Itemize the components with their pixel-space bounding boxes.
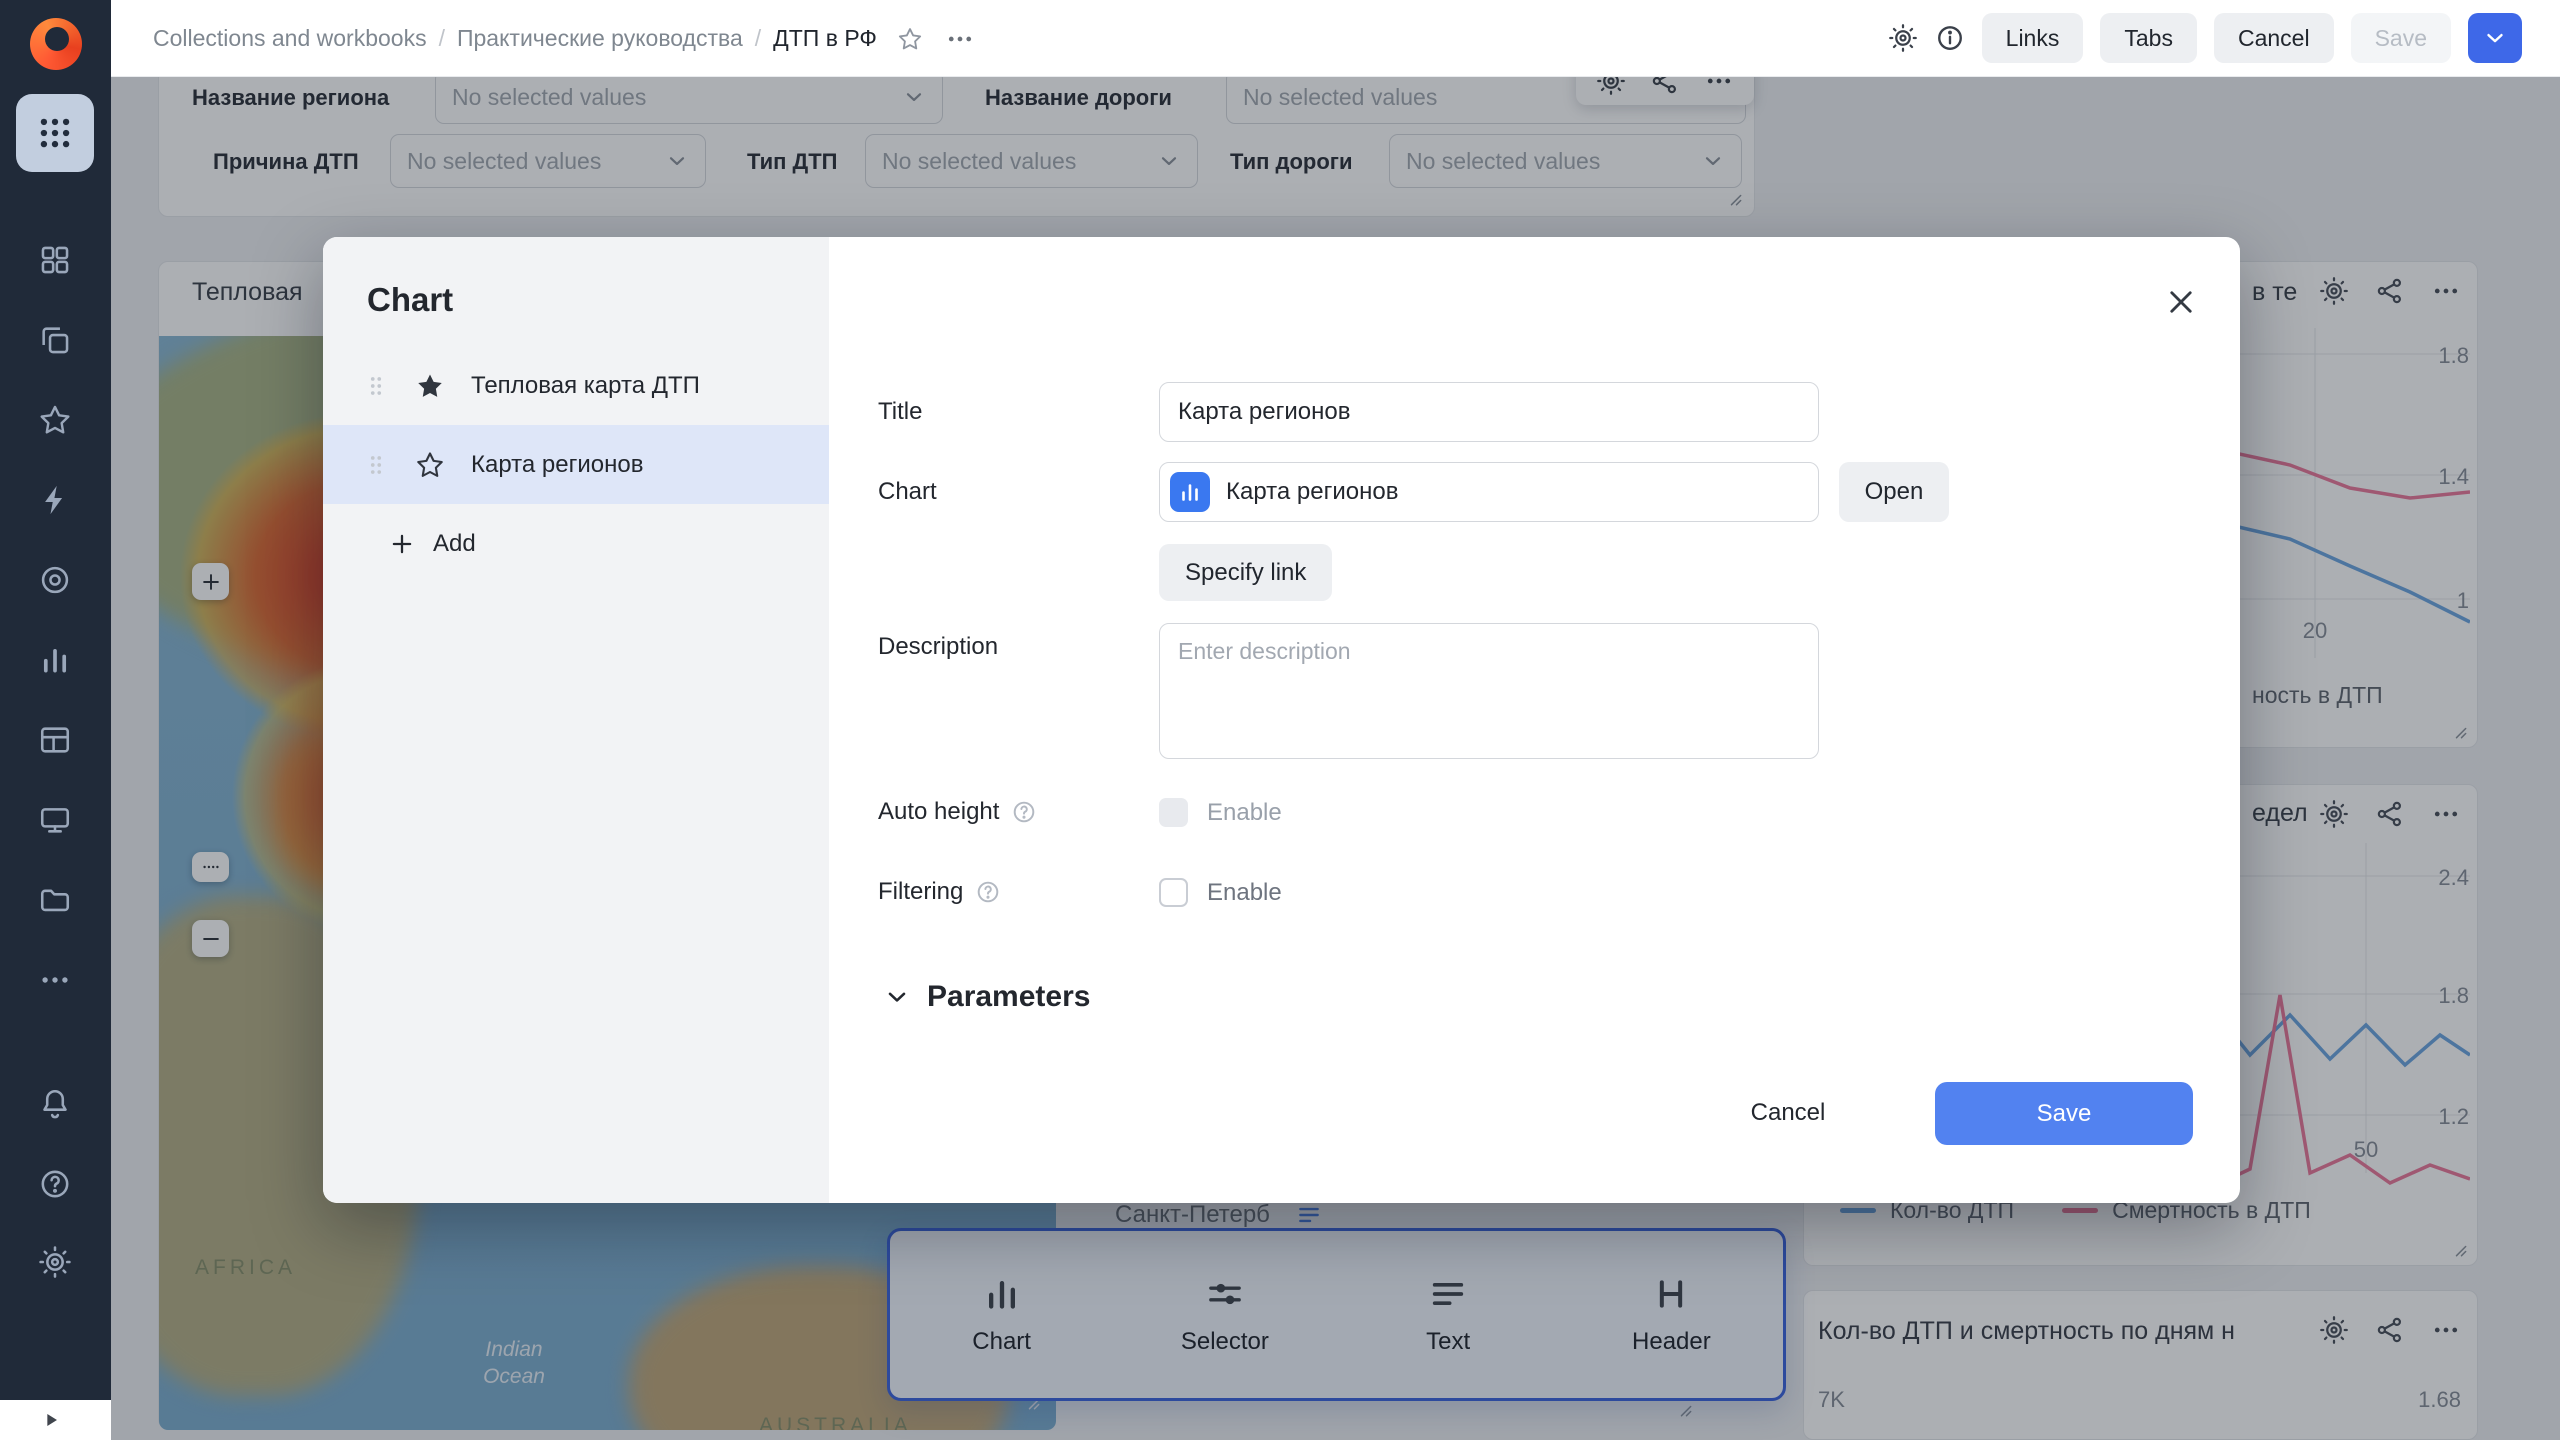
chart-tab-item-1[interactable]: Тепловая карта ДТП — [323, 346, 829, 425]
sidebar-item-tables[interactable] — [38, 723, 72, 757]
auto-height-checkbox[interactable] — [1159, 798, 1188, 827]
dashboard-settings-icon[interactable] — [1888, 23, 1918, 53]
close-dialog-button[interactable] — [2161, 283, 2201, 323]
add-chart-tab-button[interactable]: Add — [323, 504, 829, 583]
sidebar-item-services[interactable] — [38, 563, 72, 597]
dialog-tabs-panel: Chart Тепловая карта ДТП Карта регионов … — [323, 237, 829, 1203]
filtering-checkbox[interactable] — [1159, 878, 1188, 907]
title-field-label: Title — [878, 398, 922, 426]
sidebar-footer — [0, 1400, 111, 1440]
chart-tab-item-2-selected[interactable]: Карта регионов — [323, 425, 829, 504]
specify-link-button[interactable]: Specify link — [1159, 544, 1332, 601]
filtering-label: Filtering — [878, 878, 963, 906]
breadcrumb-workbook[interactable]: Практические руководства — [457, 25, 743, 52]
drag-handle-icon[interactable] — [363, 373, 389, 399]
notifications-icon[interactable] — [38, 1087, 72, 1121]
cancel-button[interactable]: Cancel — [2214, 13, 2334, 63]
sidebar-item-functions[interactable] — [38, 483, 72, 517]
auto-height-label-row: Auto height — [878, 798, 1037, 826]
sidebar-item-favorites[interactable] — [38, 403, 72, 437]
links-button[interactable]: Links — [1982, 13, 2084, 63]
sidebar-item-folders[interactable] — [38, 883, 72, 917]
enable-label: Enable — [1207, 799, 1282, 827]
settings-icon[interactable] — [38, 1245, 72, 1279]
parameters-label: Parameters — [927, 980, 1090, 1014]
chevron-down-icon — [883, 983, 911, 1011]
save-menu-button[interactable] — [2468, 13, 2522, 63]
tabs-button[interactable]: Tabs — [2100, 13, 2197, 63]
sidebar-item-collections[interactable] — [38, 323, 72, 357]
help-circle-icon[interactable] — [1011, 799, 1037, 825]
info-icon[interactable] — [1935, 23, 1965, 53]
chevron-down-icon — [2482, 25, 2508, 51]
top-bar: Collections and workbooks / Практические… — [111, 0, 2560, 77]
title-input[interactable] — [1159, 382, 1819, 442]
chart-picker-value: Карта регионов — [1226, 478, 1398, 506]
header-actions: Links Tabs Cancel Save — [1888, 13, 2522, 63]
help-icon[interactable] — [38, 1167, 72, 1201]
chart-tab-label: Тепловая карта ДТП — [471, 372, 700, 400]
star-outline-icon[interactable] — [415, 450, 445, 480]
bar-chart-icon — [1178, 480, 1202, 504]
description-textarea[interactable] — [1159, 623, 1819, 759]
sidebar-item-presentations[interactable] — [38, 803, 72, 837]
breadcrumb-separator: / — [755, 25, 761, 52]
description-field-label: Description — [878, 633, 998, 661]
breadcrumb: Collections and workbooks / Практические… — [153, 0, 975, 77]
auto-height-label: Auto height — [878, 798, 999, 826]
help-circle-icon[interactable] — [975, 879, 1001, 905]
breadcrumb-dashboard: ДТП в РФ — [773, 25, 877, 52]
breadcrumb-more-icon[interactable] — [945, 24, 975, 54]
enable-label: Enable — [1207, 879, 1282, 907]
sidebar-item-more[interactable] — [38, 963, 72, 997]
chart-tab-label: Карта регионов — [471, 451, 643, 479]
breadcrumb-separator: / — [439, 25, 445, 52]
datalens-logo[interactable] — [30, 18, 82, 70]
favorite-star-icon[interactable] — [897, 26, 923, 52]
app-root: Название региона No selected values Назв… — [0, 0, 2560, 1440]
sidebar — [0, 0, 111, 1440]
dialog-save-button[interactable]: Save — [1935, 1082, 2193, 1145]
apps-grid-icon — [36, 114, 74, 152]
save-button[interactable]: Save — [2351, 13, 2451, 63]
close-icon — [2164, 285, 2198, 319]
sidebar-item-charts[interactable] — [38, 643, 72, 677]
filtering-label-row: Filtering — [878, 878, 1001, 906]
plus-icon — [389, 531, 415, 557]
apps-grid-button[interactable] — [16, 94, 94, 172]
expand-sidebar-icon[interactable] — [40, 1409, 62, 1431]
chart-picker-field[interactable]: Карта регионов — [1159, 462, 1819, 522]
chart-settings-dialog: Chart Тепловая карта ДТП Карта регионов … — [323, 237, 2240, 1203]
dialog-title: Chart — [367, 281, 453, 319]
breadcrumb-collections[interactable]: Collections and workbooks — [153, 25, 427, 52]
parameters-section-toggle[interactable]: Parameters — [883, 975, 1090, 1019]
star-filled-icon[interactable] — [415, 371, 445, 401]
chart-type-icon — [1170, 472, 1210, 512]
chart-field-label: Chart — [878, 478, 937, 506]
dialog-cancel-button[interactable]: Cancel — [1718, 1082, 1858, 1144]
drag-handle-icon[interactable] — [363, 452, 389, 478]
sidebar-item-dashboards[interactable] — [38, 243, 72, 277]
open-chart-button[interactable]: Open — [1839, 462, 1949, 522]
add-label: Add — [433, 530, 476, 558]
